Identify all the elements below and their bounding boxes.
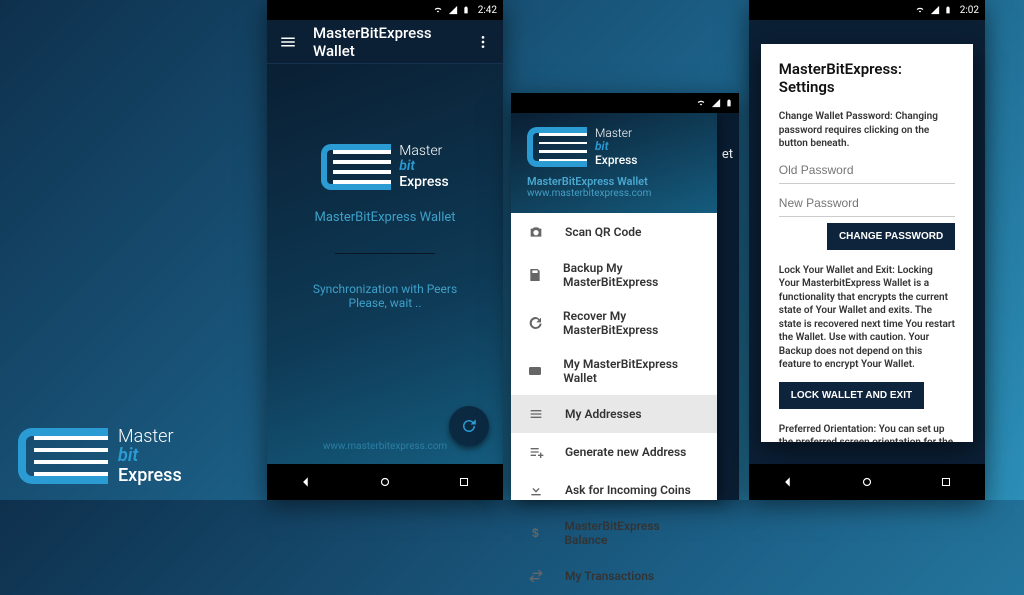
drawer-item-label: Recover My MasterBitExpress xyxy=(563,309,701,337)
wallet-icon xyxy=(527,362,543,380)
clock-text: 2:42 xyxy=(478,5,497,16)
appbar-title: MasterBitExpress Wallet xyxy=(313,24,475,60)
drawer-item-generate-address[interactable]: Generate new Address xyxy=(511,433,717,471)
drawer-item-label: Scan QR Code xyxy=(565,225,641,239)
plus-list-icon xyxy=(527,443,545,461)
drawer-url: www.masterbitexpress.com xyxy=(527,188,701,199)
drawer-item-addresses[interactable]: My Addresses xyxy=(511,395,717,433)
drawer-item-balance[interactable]: $ MasterBitExpress Balance xyxy=(511,509,717,557)
wifi-icon xyxy=(914,5,926,15)
drawer-item-backup[interactable]: Backup My MasterBitExpress xyxy=(511,251,717,299)
lock-wallet-button[interactable]: LOCK WALLET AND EXIT xyxy=(779,382,924,409)
nav-bar xyxy=(267,464,503,500)
drawer-subtitle: MasterBitExpress Wallet xyxy=(527,175,701,188)
kebab-icon[interactable] xyxy=(475,34,491,50)
drawer-item-transactions[interactable]: My Transactions xyxy=(511,557,717,595)
drawer-item-label: My MasterBitExpress Wallet xyxy=(563,357,701,385)
settings-dialog: MasterBitExpress: Settings Change Wallet… xyxy=(761,44,973,442)
logo-text: Master bit Express xyxy=(118,427,182,486)
swap-icon xyxy=(527,567,545,585)
splash-logo: Master bit Express xyxy=(321,144,449,190)
nav-home-button[interactable] xyxy=(852,467,882,497)
drawer-item-label: MasterBitExpress Balance xyxy=(564,519,701,547)
drawer-item-label: Ask for Incoming Coins xyxy=(565,483,691,497)
signal-icon xyxy=(930,5,940,15)
refresh-icon xyxy=(460,417,478,435)
drawer-item-scan-qr[interactable]: Scan QR Code xyxy=(511,213,717,251)
nav-bar xyxy=(749,464,985,500)
refresh-fab[interactable] xyxy=(449,406,489,446)
nav-home-button[interactable] xyxy=(370,467,400,497)
phone-settings: 2:02 MasterBitExpress: Settings Change W… xyxy=(749,0,985,500)
splash-tag: MasterBitExpress Wallet xyxy=(314,210,455,225)
logo-mark-icon xyxy=(18,428,108,484)
nav-recents-button[interactable] xyxy=(449,467,479,497)
svg-text:$: $ xyxy=(532,526,539,540)
phone-splash: 2:42 MasterBitExpress Wallet Master bit … xyxy=(267,0,503,500)
drawer-header: Master bit Express MasterBitExpress Wall… xyxy=(511,113,717,213)
signal-icon xyxy=(711,98,721,108)
wifi-icon xyxy=(695,98,707,108)
logo-mark-icon xyxy=(527,127,587,167)
download-icon xyxy=(527,481,545,499)
nav-back-button[interactable] xyxy=(291,467,321,497)
nav-recents-button[interactable] xyxy=(931,467,961,497)
save-icon xyxy=(527,266,543,284)
sync-text: Synchronization with Peers xyxy=(313,282,457,296)
drawer-item-recover[interactable]: Recover My MasterBitExpress xyxy=(511,299,717,347)
dollar-icon: $ xyxy=(527,524,544,542)
logo-mark-icon xyxy=(321,144,391,190)
orientation-section-text: Preferred Orientation: You can set up th… xyxy=(779,423,955,443)
restore-icon xyxy=(527,314,543,332)
list-icon xyxy=(527,405,545,423)
nav-drawer: Master bit Express MasterBitExpress Wall… xyxy=(511,113,717,500)
wifi-icon xyxy=(432,5,444,15)
password-section-text: Change Wallet Password: Changing passwor… xyxy=(779,110,955,151)
dialog-title: MasterBitExpress: Settings xyxy=(779,60,955,96)
status-bar: 2:02 xyxy=(749,0,985,20)
drawer-item-ask-coins[interactable]: Ask for Incoming Coins xyxy=(511,471,717,509)
lock-section-text: Lock Your Wallet and Exit: Locking Your … xyxy=(779,264,955,372)
old-password-field[interactable] xyxy=(779,157,955,184)
nav-back-button[interactable] xyxy=(773,467,803,497)
battery-icon xyxy=(725,97,733,109)
hamburger-icon[interactable] xyxy=(279,33,297,51)
status-bar: 2:42 xyxy=(267,0,503,20)
status-bar xyxy=(511,93,739,113)
signal-icon xyxy=(448,5,458,15)
app-logo: Master bit Express xyxy=(18,427,182,486)
drawer-item-label: My Transactions xyxy=(565,569,654,583)
wait-text: Please, wait .. xyxy=(349,296,422,310)
drawer-item-label: Generate new Address xyxy=(565,445,686,459)
camera-icon xyxy=(527,223,545,241)
phone-drawer: et Master bit Express MasterBitExpress W… xyxy=(511,93,739,500)
drawer-item-label: Backup My MasterBitExpress xyxy=(563,261,701,289)
battery-icon xyxy=(462,4,470,16)
change-password-button[interactable]: CHANGE PASSWORD xyxy=(827,223,955,250)
footer-url: www.masterbitexpress.com xyxy=(267,441,503,452)
battery-icon xyxy=(944,4,952,16)
drawer-item-wallet[interactable]: My MasterBitExpress Wallet xyxy=(511,347,717,395)
divider xyxy=(335,253,435,254)
clock-text: 2:02 xyxy=(960,5,979,16)
background-appbar-remnant: et xyxy=(717,113,739,500)
drawer-item-label: My Addresses xyxy=(565,407,642,421)
new-password-field[interactable] xyxy=(779,190,955,217)
app-bar: MasterBitExpress Wallet xyxy=(267,20,503,64)
